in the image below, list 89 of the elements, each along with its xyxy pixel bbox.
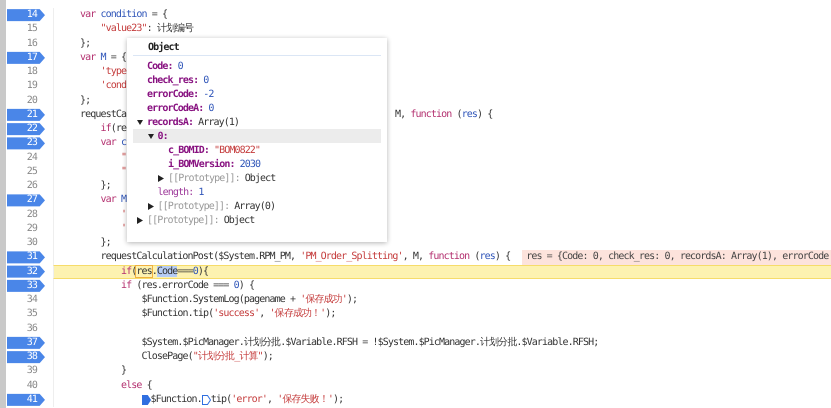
collapsed-arrow-icon[interactable] <box>158 174 164 182</box>
code-text: var c <box>100 136 126 150</box>
line-number[interactable]: 16 <box>7 36 45 51</box>
popup-title: Object <box>133 40 381 56</box>
code-text: var condition = { <box>80 8 168 22</box>
property-text: [[Prototype]]: Array(0) <box>158 200 276 212</box>
property-row[interactable]: [[Prototype]]: Array(0) <box>133 199 381 213</box>
property-text: i_BOMVersion: 2030 <box>168 158 260 170</box>
property-text: check_res: 0 <box>147 74 208 86</box>
property-text: errorCodeA: 0 <box>147 102 214 114</box>
line-number[interactable]: 24 <box>7 150 45 165</box>
property-text: [[Prototype]]: Object <box>168 172 276 184</box>
property-row[interactable]: errorCode: -2 <box>133 87 381 101</box>
line-number[interactable]: 18 <box>7 65 45 80</box>
code-text: }; <box>100 236 111 250</box>
code-text: }; <box>80 36 90 50</box>
inline-value: res = {Code: 0, check_res: 0, recordsA: Array(1), errorCode <box>522 250 831 265</box>
property-row[interactable]: c_BOMID: "BOM0822" <box>133 143 381 157</box>
code-text: var M = { <box>80 50 126 65</box>
inline-breakpoint-icon[interactable] <box>142 394 150 405</box>
code-text: " <box>121 164 126 179</box>
breakpoint-line-number[interactable]: 31 <box>7 250 45 264</box>
line-number[interactable]: 35 <box>7 307 45 322</box>
code-text: "value23": 计划编号 <box>100 22 194 36</box>
breakpoint-line-number[interactable]: 32 <box>7 264 45 279</box>
code-text: $Function.SystemLog(pagename + '保存成功'); <box>142 293 358 307</box>
line-number[interactable]: 29 <box>7 222 45 236</box>
property-row[interactable]: check_res: 0 <box>133 73 381 87</box>
property-text: c_BOMID: "BOM0822" <box>168 144 260 156</box>
line-number[interactable]: 39 <box>7 364 45 378</box>
code-text: M, function (res) { <box>395 108 492 122</box>
line-number[interactable]: 28 <box>7 208 45 222</box>
collapsed-arrow-icon[interactable] <box>137 216 143 224</box>
property-row[interactable]: [[Prototype]]: Object <box>133 171 381 185</box>
property-row[interactable]: errorCodeA: 0 <box>133 101 381 115</box>
property-text: length: 1 <box>158 186 204 198</box>
code-text: " <box>121 150 126 164</box>
line-number[interactable]: 25 <box>7 164 45 179</box>
code-text: $System.$PicManager.计划分批.$Variable.RFSH = !$System.$PicManager.计划分批.$Variable.RFSH; <box>142 336 598 350</box>
breakpoint-line-number[interactable]: 21 <box>7 108 45 122</box>
code-text: requestCa <box>80 108 126 122</box>
property-text: 0: <box>158 130 168 142</box>
breakpoint-line-number[interactable]: 22 <box>7 122 45 136</box>
breakpoint-line-number[interactable]: 17 <box>7 50 45 65</box>
code-text: }; <box>80 94 90 108</box>
code-text: 'type <box>100 65 126 79</box>
breakpoint-line-number[interactable]: 33 <box>7 278 45 293</box>
breakpoint-line-number[interactable]: 23 <box>7 136 45 150</box>
line-number[interactable]: 36 <box>7 322 45 336</box>
inline-breakpoint-outline-icon[interactable] <box>202 394 211 405</box>
property-row[interactable]: length: 1 <box>133 185 381 199</box>
line-number[interactable]: 19 <box>7 79 45 94</box>
code-text: } <box>121 364 126 378</box>
code-text: tip('error', '保存失败！'); <box>210 392 344 407</box>
expanded-arrow-icon[interactable] <box>137 118 143 126</box>
code-text: ClosePage("计划分批_计算"); <box>142 350 273 364</box>
collapsed-arrow-icon[interactable] <box>148 202 154 210</box>
code-text: ' <box>121 208 126 222</box>
breakpoint-line-number[interactable]: 14 <box>7 8 45 22</box>
code-text: ' <box>121 222 126 236</box>
code-text: requestCalculationPost($System.RPM_PM, 'PM_Order_Splitting', M, function (res) { <box>100 250 510 264</box>
line-number[interactable]: 20 <box>7 94 45 108</box>
property-text: Code: 0 <box>147 60 183 72</box>
property-text: errorCode: -2 <box>147 88 214 100</box>
property-row[interactable]: [[Prototype]]: Object <box>133 213 381 227</box>
code-text: $Function. <box>150 392 202 407</box>
property-row[interactable]: i_BOMVersion: 2030 <box>133 157 381 171</box>
property-row[interactable]: recordsA: Array(1) <box>133 115 381 129</box>
code-text: $Function.tip('success', '保存成功！'); <box>142 307 336 322</box>
line-number[interactable]: 40 <box>7 378 45 393</box>
breakpoint-line-number[interactable]: 41 <box>7 392 45 407</box>
expanded-arrow-icon[interactable] <box>148 132 154 140</box>
breakpoint-line-number[interactable]: 37 <box>7 336 45 350</box>
code-text: 'cond <box>100 79 126 94</box>
breakpoint-line-number[interactable]: 38 <box>7 350 45 364</box>
property-row[interactable]: Code: 0 <box>133 59 381 73</box>
code-text: if(re <box>100 122 126 136</box>
code-text: else { <box>121 378 152 392</box>
line-number[interactable]: 30 <box>7 236 45 250</box>
code-text: }; <box>100 179 111 193</box>
property-row[interactable]: 0: <box>133 129 381 143</box>
code-text: if (res.errorCode === 0) { <box>121 278 254 293</box>
line-number[interactable]: 34 <box>7 293 45 308</box>
property-text: recordsA: Array(1) <box>147 116 240 128</box>
line-number[interactable]: 15 <box>7 22 45 36</box>
code-text: var M <box>100 193 126 208</box>
property-text: [[Prototype]]: Object <box>147 214 254 226</box>
line-number[interactable]: 26 <box>7 179 45 194</box>
breakpoint-line-number[interactable]: 27 <box>7 193 45 208</box>
